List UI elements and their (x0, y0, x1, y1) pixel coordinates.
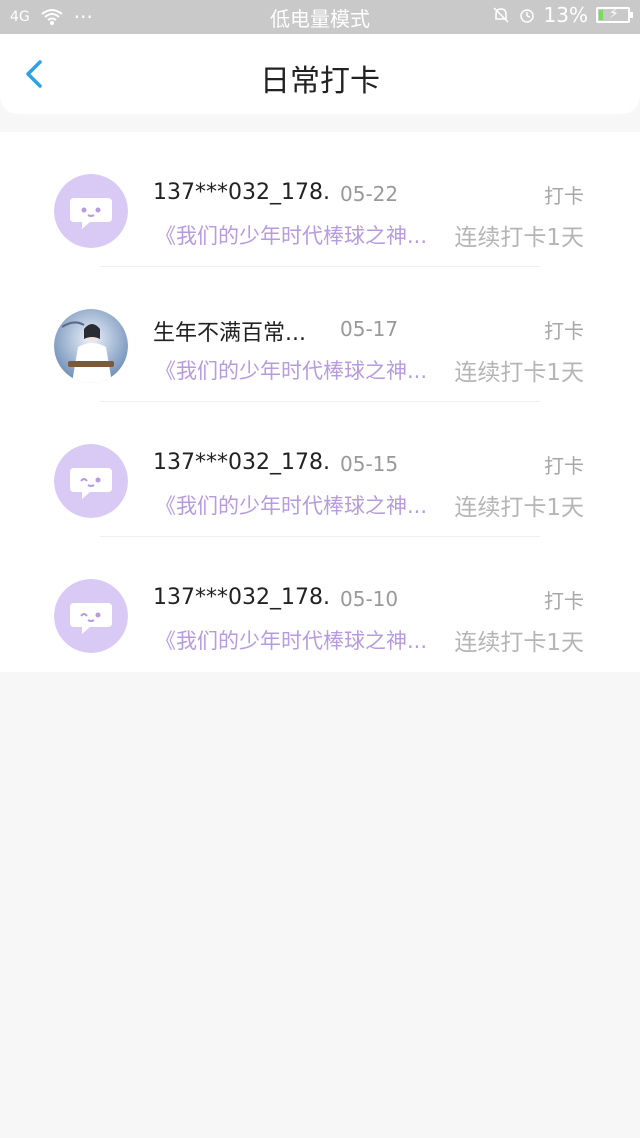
chat-bubble-icon (54, 579, 128, 653)
user-photo (54, 309, 128, 383)
book-title-link[interactable]: 《我们的少年时代棒球之神... (155, 355, 435, 385)
list-item[interactable]: 137***032_178... 05-15 打卡 《我们的少年时代棒球之神..… (0, 402, 640, 537)
checkin-date: 05-10 (340, 587, 399, 611)
checkin-label: 打卡 (544, 589, 584, 613)
alarm-icon (519, 9, 534, 23)
status-bar: 4G ··· 低电量模式 13% ⚡ (0, 0, 640, 34)
list-item[interactable]: 生年不满百常... 05-17 打卡 《我们的少年时代棒球之神... 连续打卡1… (0, 267, 640, 402)
checkin-label: 打卡 (544, 319, 584, 343)
streak-text: 连续打卡1天 (454, 360, 584, 386)
streak-text: 连续打卡1天 (454, 630, 584, 656)
checkin-date: 05-17 (340, 317, 399, 341)
avatar[interactable] (54, 174, 128, 248)
battery-percent: 13% (543, 3, 588, 27)
checkin-list: 137***032_178... 05-22 打卡 《我们的少年时代棒球之神..… (0, 132, 640, 672)
checkin-date: 05-22 (340, 182, 399, 206)
checkin-label: 打卡 (544, 454, 584, 478)
book-title-link[interactable]: 《我们的少年时代棒球之神... (155, 220, 435, 250)
streak-text: 连续打卡1天 (454, 225, 584, 251)
username: 137***032_178... (153, 585, 328, 610)
list-item[interactable]: 137***032_178... 05-10 打卡 《我们的少年时代棒球之神..… (0, 537, 640, 672)
page-title: 日常打卡 (260, 64, 380, 99)
username: 137***032_178... (153, 450, 328, 475)
book-title-link[interactable]: 《我们的少年时代棒球之神... (155, 625, 435, 655)
mute-bell-icon (493, 7, 509, 23)
chat-bubble-icon (54, 444, 128, 518)
list-item[interactable]: 137***032_178... 05-22 打卡 《我们的少年时代棒球之神..… (0, 132, 640, 267)
status-right: 13% ⚡ (492, 3, 633, 27)
book-title-link[interactable]: 《我们的少年时代棒球之神... (155, 490, 435, 520)
chat-bubble-icon (54, 174, 128, 248)
username: 137***032_178... (153, 180, 328, 205)
header: 日常打卡 (0, 34, 640, 114)
streak-text: 连续打卡1天 (454, 495, 584, 521)
avatar[interactable] (54, 579, 128, 653)
checkin-label: 打卡 (544, 184, 584, 208)
avatar[interactable] (54, 309, 128, 383)
checkin-date: 05-15 (340, 452, 399, 476)
avatar[interactable] (54, 444, 128, 518)
username: 生年不满百常... (153, 321, 306, 346)
battery-icon: ⚡ (596, 6, 633, 23)
